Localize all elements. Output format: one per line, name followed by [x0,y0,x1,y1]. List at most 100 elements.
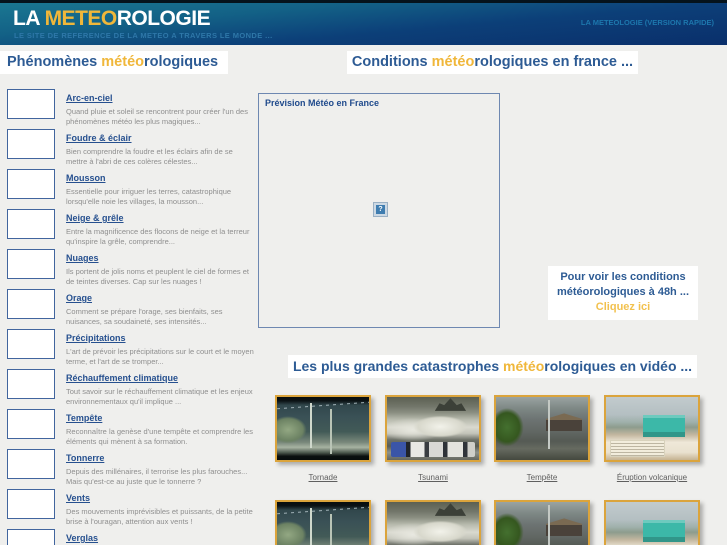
videos-section-title: Les plus grandes catastrophes météorolog… [258,355,727,378]
video-caption-eruption[interactable]: Éruption volcanique [604,473,700,482]
phenomena-description: Des mouvements imprévisibles et puissant… [66,507,253,526]
phenomena-link[interactable]: Réchauffement climatique [66,373,178,383]
phenomena-text: Orage Comment se prépare l'orage, ses bi… [66,288,254,326]
phenomena-link[interactable]: Mousson [66,173,106,183]
tsunami-scene-image [387,397,479,460]
list-item: Vents Des mouvements imprévisibles et pu… [7,488,255,528]
volcano-scene-image [606,502,698,545]
phenomena-thumbnail[interactable] [7,449,55,479]
phenomena-thumbnail[interactable] [7,89,55,119]
list-item: Verglas [7,528,255,545]
video-thumbnail-eruption[interactable] [604,395,700,462]
phenomena-link[interactable]: Nuages [66,253,99,263]
phenomena-text: Verglas [66,528,254,545]
list-item: Nuages Ils portent de jolis noms et peup… [7,248,255,288]
storm-scene-image [496,502,588,545]
question-mark-glyph: ? [376,205,385,214]
tornado-scene-image [277,397,369,460]
promo-line1: Pour voir les conditions [560,271,686,283]
phenomena-text: Précipitations L'art de prévoir les préc… [66,328,254,366]
broken-image-icon: ? [373,202,388,217]
logo-suffix: ROLOGIE [116,7,211,30]
phenomena-description: Bien comprendre la foudre et les éclairs… [66,147,233,166]
storm-scene-image [496,397,588,460]
phenomena-description: Entre la magnificence des flocons de nei… [66,227,250,246]
phenomena-thumbnail[interactable] [7,529,55,545]
title-highlight: météo [101,54,144,70]
site-tagline: LE SITE DE REFERENCE DE LA METEO A TRAVE… [14,31,273,40]
phenomena-text: Réchauffement climatique Tout savoir sur… [66,368,254,406]
forecast-48h-promo: Pour voir les conditions météorologiques… [548,266,698,320]
quick-version-link[interactable]: LA METEOLOGIE (VERSION RAPIDE) [581,18,714,27]
phenomena-thumbnail[interactable] [7,409,55,439]
phenomena-link[interactable]: Verglas [66,533,98,543]
app-header: LA METEOROLOGIE LE SITE DE REFERENCE DE … [0,0,727,45]
video-caption-tornade[interactable]: Tornade [275,473,371,482]
phenomena-text: Nuages Ils portent de jolis noms et peup… [66,248,254,286]
title-text: rologiques [144,54,219,70]
phenomena-thumbnail[interactable] [7,489,55,519]
phenomena-thumbnail[interactable] [7,209,55,239]
phenomena-link[interactable]: Tempête [66,413,102,423]
phenomena-link[interactable]: Foudre & éclair [66,133,132,143]
phenomena-link[interactable]: Tonnerre [66,453,104,463]
phenomena-link[interactable]: Arc-en-ciel [66,93,113,103]
phenomena-thumbnail[interactable] [7,169,55,199]
volcano-scene-image [606,397,698,460]
title-text: rologiques en france ... [474,54,634,70]
phenomena-link[interactable]: Neige & grêle [66,213,124,223]
phenomena-description: Quand pluie et soleil se rencontrent pou… [66,107,248,126]
phenomena-text: Tonnerre Depuis des millénaires, il terr… [66,448,254,486]
list-item: Mousson Essentielle pour irriguer les te… [7,168,255,208]
video-thumbnail-tempete[interactable] [494,500,590,545]
phenomena-description: Comment se prépare l'orage, ses bienfait… [66,307,223,326]
list-item: Foudre & éclair Bien comprendre la foudr… [7,128,255,168]
phenomena-text: Foudre & éclair Bien comprendre la foudr… [66,128,254,166]
list-item: Orage Comment se prépare l'orage, ses bi… [7,288,255,328]
phenomena-thumbnail[interactable] [7,129,55,159]
tornado-scene-image [277,502,369,545]
video-thumbnail-tornade[interactable] [275,500,371,545]
logo-highlight: METEO [44,7,118,30]
map-title: Prévision Météo en France [265,98,380,108]
phenomena-link[interactable]: Précipitations [66,333,126,343]
video-thumbnail-tempete[interactable] [494,395,590,462]
phenomena-description: Depuis des millénaires, il terrorise les… [66,467,248,486]
phenomena-text: Neige & grêle Entre la magnificence des … [66,208,254,246]
phenomena-text: Arc-en-ciel Quand pluie et soleil se ren… [66,88,254,126]
phenomena-thumbnail[interactable] [7,369,55,399]
phenomena-link[interactable]: Vents [66,493,90,503]
phenomena-section-title: Phénomènes météorologiques [0,51,229,74]
video-caption-tempete[interactable]: Tempête [494,473,590,482]
title-highlight: météo [431,54,475,70]
video-caption-tsunami[interactable]: Tsunami [385,473,481,482]
conditions-section-title: Conditions météorologiques en france ... [258,51,727,74]
title-text: Les plus grandes catastrophes [292,358,504,374]
logo-prefix: LA [13,7,45,30]
list-item: Arc-en-ciel Quand pluie et soleil se ren… [7,88,255,128]
video-thumbnail-eruption[interactable] [604,500,700,545]
video-thumbnail-tsunami[interactable] [385,500,481,545]
tsunami-scene-image [387,502,479,545]
title-highlight: météo [503,358,545,374]
title-text: rologiques en vidéo ... [544,358,693,374]
page: LA METEOROLOGIE LE SITE DE REFERENCE DE … [0,0,727,545]
phenomena-text: Mousson Essentielle pour irriguer les te… [66,168,254,206]
phenomena-list: Arc-en-ciel Quand pluie et soleil se ren… [7,88,255,545]
phenomena-thumbnail[interactable] [7,249,55,279]
video-thumbnail-tornade[interactable] [275,395,371,462]
phenomena-thumbnail[interactable] [7,289,55,319]
video-thumbnail-tsunami[interactable] [385,395,481,462]
phenomena-description: Essentielle pour irriguer les terres, ca… [66,187,232,206]
site-logo[interactable]: LA METEOROLOGIE [13,7,211,31]
title-text: Phénomènes [7,54,102,70]
cliquez-ici-link[interactable]: Cliquez ici [596,300,650,315]
phenomena-link[interactable]: Orage [66,293,92,303]
france-map-panel: Prévision Météo en France ? [258,93,500,328]
phenomena-description: Reconnaître la genèse d'une tempête et c… [66,427,253,446]
phenomena-description: Tout savoir sur le réchauffement climati… [66,387,253,406]
list-item: Réchauffement climatique Tout savoir sur… [7,368,255,408]
phenomena-thumbnail[interactable] [7,329,55,359]
list-item: Précipitations L'art de prévoir les préc… [7,328,255,368]
phenomena-description: Ils portent de jolis noms et peuplent le… [66,267,250,286]
